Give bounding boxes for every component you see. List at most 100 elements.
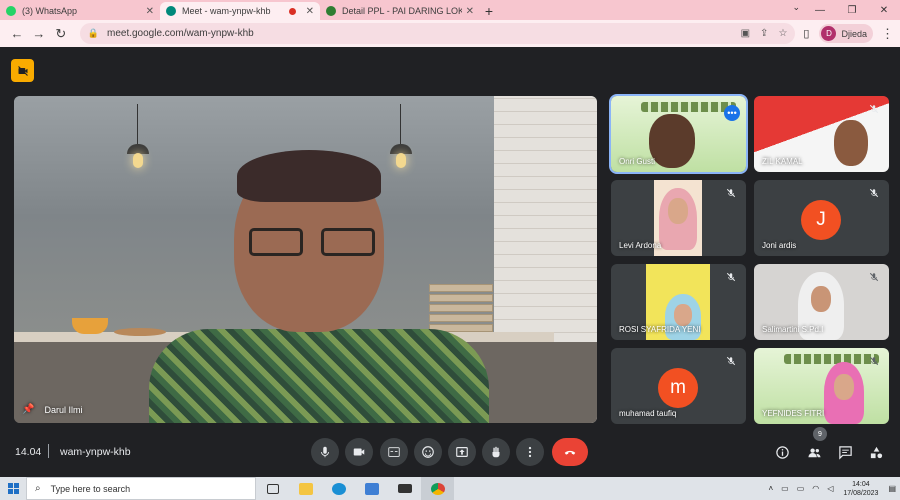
- emoji-icon: [422, 446, 434, 458]
- end-call-icon: [564, 450, 576, 455]
- volume-icon[interactable]: ◁: [827, 484, 833, 493]
- captions-button[interactable]: [380, 438, 408, 466]
- participant-tile[interactable]: Salimartini S.Pd.I: [754, 264, 889, 340]
- address-bar[interactable]: 🔒 meet.google.com/wam-ynpw-khb ▣ ⇪ ☆: [79, 23, 796, 44]
- minimize-button[interactable]: —: [804, 0, 836, 20]
- more-menu-icon[interactable]: ⋮: [881, 26, 894, 42]
- reactions-button[interactable]: [414, 438, 442, 466]
- clock-date: 17/08/2023: [843, 489, 879, 497]
- chat-button[interactable]: [834, 441, 856, 463]
- camera-icon: [353, 448, 365, 456]
- system-tray: ˄ ▭ ▭ ◠ ◁ 14:04 17/08/2023 ▤: [764, 477, 900, 500]
- meeting-code: wam-ynpw-khb: [60, 446, 131, 458]
- store-icon[interactable]: [355, 477, 388, 500]
- tab-meet[interactable]: Meet - wam-ynpw-khb ✕: [160, 2, 320, 20]
- present-screen-icon: [456, 447, 468, 457]
- meeting-details-button[interactable]: [771, 441, 793, 463]
- restore-button[interactable]: ❐: [836, 0, 868, 20]
- video-off-icon: [17, 65, 28, 76]
- raise-hand-button[interactable]: [482, 438, 510, 466]
- pin-icon[interactable]: 📌: [22, 404, 34, 415]
- participant-tile[interactable]: J Joni ardis: [754, 180, 889, 256]
- close-icon[interactable]: ✕: [306, 6, 314, 17]
- share-icon[interactable]: ⇪: [760, 28, 768, 39]
- wifi-icon[interactable]: ◠: [812, 484, 819, 493]
- bookmark-star-icon[interactable]: ☆: [778, 28, 787, 39]
- participant-tile[interactable]: YEFNIDES FITRI: [754, 348, 889, 424]
- tab-title: Meet - wam-ynpw-khb: [182, 6, 271, 16]
- forward-button[interactable]: →: [28, 23, 50, 45]
- tab-detail-ppl[interactable]: Detail PPL - PAI DARING LOKAKA ✕: [320, 2, 480, 20]
- new-tab-button[interactable]: +: [480, 2, 498, 20]
- meet-icon: [166, 6, 176, 16]
- participant-tile[interactable]: ZIL KAMAL: [754, 96, 889, 172]
- avatar: J: [801, 200, 841, 240]
- participant-name: YEFNIDES FITRI: [762, 409, 825, 418]
- task-view-icon[interactable]: [256, 477, 289, 500]
- clock-time: 14:04: [852, 480, 870, 488]
- participant-tile[interactable]: ••• Onri Gusti: [609, 94, 748, 174]
- lock-icon[interactable]: 🔒: [88, 28, 99, 39]
- activities-button[interactable]: [865, 441, 887, 463]
- profile-name: Djieda: [841, 28, 867, 39]
- battery-icon[interactable]: ▭: [797, 484, 805, 493]
- reload-button[interactable]: ↻: [50, 23, 72, 45]
- edge-icon[interactable]: [322, 477, 355, 500]
- participant-tile[interactable]: Levi Ardona: [611, 180, 746, 256]
- leave-call-button[interactable]: [552, 438, 588, 466]
- file-explorer-icon[interactable]: [289, 477, 322, 500]
- back-button[interactable]: ←: [6, 23, 28, 45]
- camera-tray-icon[interactable]: ▭: [781, 484, 789, 493]
- recording-icon: [288, 7, 296, 15]
- taskbar-clock[interactable]: 14:04 17/08/2023: [843, 480, 878, 498]
- site-icon: [326, 6, 336, 16]
- mail-icon[interactable]: [388, 477, 421, 500]
- muted-icon: [724, 186, 738, 200]
- participant-tile[interactable]: m muhamad taufiq: [611, 348, 746, 424]
- people-button[interactable]: [803, 441, 825, 463]
- muted-icon: [867, 270, 881, 284]
- muted-icon: [724, 270, 738, 284]
- microphone-button[interactable]: [311, 438, 339, 466]
- windows-taskbar: ⌕ Type here to search ˄ ▭ ▭ ◠ ◁ 14:04 17…: [0, 477, 900, 500]
- present-button[interactable]: [448, 438, 476, 466]
- main-speaker-label: 📌 Darul Ilmi: [22, 404, 82, 415]
- chevron-up-icon[interactable]: ˄: [768, 484, 773, 493]
- close-window-button[interactable]: ✕: [868, 0, 900, 20]
- browser-toolbar: ← → ↻ 🔒 meet.google.com/wam-ynpw-khb ▣ ⇪…: [0, 20, 900, 47]
- captions-icon: [388, 447, 400, 457]
- profile-button[interactable]: D Djieda: [819, 24, 873, 43]
- window-controls: — ❐ ✕: [804, 0, 900, 20]
- tab-search-icon[interactable]: ⌄: [792, 2, 800, 13]
- people-icon: [807, 447, 821, 457]
- close-icon[interactable]: ✕: [466, 6, 474, 17]
- notification-icon[interactable]: ▤: [888, 484, 896, 493]
- participant-count-badge: 9: [813, 427, 827, 441]
- url-text[interactable]: meet.google.com/wam-ynpw-khb: [107, 28, 731, 39]
- divider: [48, 444, 49, 458]
- participant-name: Onri Gusti: [619, 157, 656, 166]
- main-speaker-video[interactable]: 📌 Darul Ilmi: [14, 96, 597, 423]
- close-icon[interactable]: ✕: [146, 6, 154, 17]
- meet-area: 📌 Darul Ilmi ••• Onri Gusti Levi Ardona …: [0, 47, 900, 477]
- meeting-control-bar: 14.04 wam-ynpw-khb 9: [0, 427, 900, 477]
- participant-name: muhamad taufiq: [619, 409, 677, 418]
- more-options-icon[interactable]: •••: [724, 105, 740, 121]
- participant-tile[interactable]: ROSI SYAFRIDA YENI: [611, 264, 746, 340]
- camera-off-badge[interactable]: [11, 59, 34, 82]
- browser-tab-strip: (3) WhatsApp ✕ Meet - wam-ynpw-khb ✕ Det…: [0, 0, 900, 20]
- activities-icon: [870, 446, 882, 458]
- more-options-button[interactable]: [516, 438, 544, 466]
- taskbar-search[interactable]: ⌕ Type here to search: [26, 477, 256, 500]
- muted-icon: [867, 102, 881, 116]
- participant-name: ROSI SYAFRIDA YENI: [619, 325, 701, 334]
- muted-icon: [724, 354, 738, 368]
- side-panel-icon[interactable]: ▯: [803, 27, 809, 40]
- chrome-icon[interactable]: [421, 477, 454, 500]
- camera-icon[interactable]: ▣: [741, 28, 750, 39]
- start-button[interactable]: [0, 477, 26, 500]
- tab-title: Detail PPL - PAI DARING LOKAKA: [342, 6, 462, 16]
- search-icon: ⌕: [35, 483, 41, 494]
- camera-button[interactable]: [345, 438, 373, 466]
- tab-whatsapp[interactable]: (3) WhatsApp ✕: [0, 2, 160, 20]
